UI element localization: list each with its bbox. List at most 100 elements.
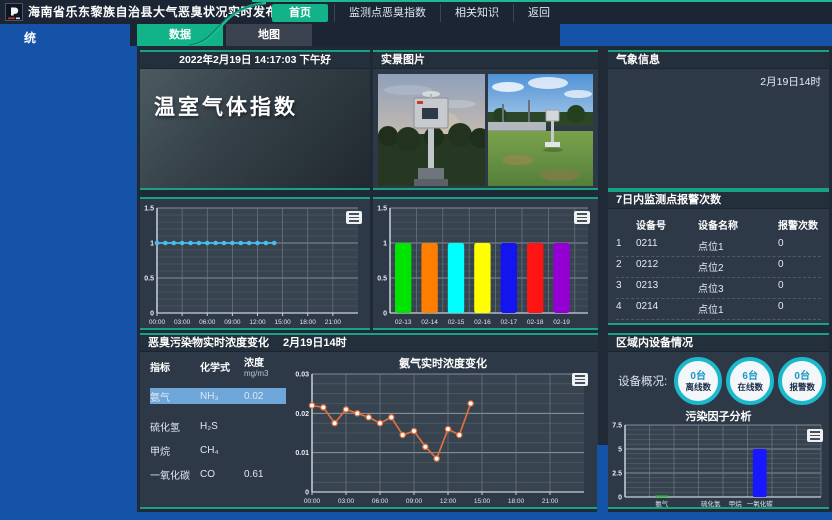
pollution-factor-analysis-svg: 02.557.5氨气硫化氢甲烷一氧化碳 [608, 422, 825, 508]
odor-concentration-panel: 恶臭污染物实时浓度变化 2月19日14时 指标 化学式 浓度 mg/m3 氨气N… [140, 333, 598, 509]
chart-menu-icon[interactable] [574, 211, 590, 224]
pollutant-value: 0.02 [244, 391, 282, 402]
svg-text:硫化氢: 硫化氢 [701, 499, 721, 508]
pollutant-col-indicator: 指标 [150, 359, 200, 374]
alarm-table-row: 20212点位20 [616, 257, 821, 278]
pollutant-formula: CO [200, 469, 244, 480]
device-stat-circle-alarm: 0台报警数 [778, 357, 826, 405]
dashboard-page: 统 海南省乐东黎族自治县大气恶臭状况实时发布系 首页监测点恶臭指数相关知识返回 … [0, 0, 832, 520]
pollutant-row[interactable]: 氨气NH₃0.02 [150, 388, 286, 404]
nav-item-home[interactable]: 首页 [272, 4, 328, 22]
photos-panel-title: 实景图片 [381, 52, 425, 68]
weather-panel-header: 气象信息 [608, 52, 829, 69]
alarm-table-row: 30213点位30 [616, 278, 821, 299]
svg-text:甲烷: 甲烷 [729, 499, 743, 508]
alarm-col-device-no: 设备号 [636, 217, 698, 232]
svg-text:0: 0 [305, 490, 309, 497]
alarm-row-index: 3 [616, 280, 636, 295]
main-nav: 首页监测点恶臭指数相关知识返回 [272, 3, 564, 22]
greenhouse-index-title: 温室气体指数 [140, 69, 370, 121]
greenhouse-index-panel: 2022年2月19日 14:17:03 下午好 温室气体指数 [140, 50, 370, 190]
tab-map[interactable]: 地图 [226, 24, 312, 46]
alarm-row-index: 5 [616, 322, 636, 325]
alarm-row-device-no: 0213 [636, 280, 698, 295]
pollutant-row[interactable]: 一氧化碳CO0.61 [150, 466, 286, 482]
pollutant-rows: 氨气NH₃0.02 硫化氢H₂S 甲烷CH₄ 一氧化碳CO0.61 [150, 388, 286, 482]
svg-text:12:00: 12:00 [249, 319, 266, 326]
svg-text:02-17: 02-17 [500, 319, 517, 326]
svg-text:0.02: 0.02 [295, 411, 309, 418]
odor-panel-datetime: 2月19日14时 [283, 335, 347, 351]
alarm-table-row: 40214点位10 [616, 299, 821, 320]
daily-index-chart: 00.511.502-1302-1402-1502-1602-1702-1802… [373, 199, 598, 330]
nav-item-odor-index[interactable]: 监测点恶臭指数 [334, 4, 440, 22]
svg-text:0.5: 0.5 [144, 276, 154, 283]
site-photos-panel: 实景图片 [373, 50, 598, 190]
svg-text:09:00: 09:00 [224, 319, 241, 326]
odor-body: 指标 化学式 浓度 mg/m3 氨气NH₃0.02硫化氢H₂S甲烷CH₄一氧化碳… [140, 352, 598, 509]
chart-menu-icon[interactable] [346, 211, 362, 224]
content-area: 2022年2月19日 14:17:03 下午好 温室气体指数 实景图片 [137, 46, 832, 512]
svg-text:1: 1 [150, 241, 154, 248]
ammonia-chart-area: 氨气实时浓度变化 00.010.020.0300:0003:0006:0009:… [288, 352, 598, 509]
pollutant-row[interactable]: 硫化氢H₂S [150, 418, 286, 434]
alarm-col-count: 报警次数 [778, 217, 821, 232]
tab-data[interactable]: 数据 [137, 24, 223, 46]
pollutant-name: 硫化氢 [150, 419, 200, 434]
svg-text:02-16: 02-16 [474, 319, 491, 326]
svg-text:1: 1 [383, 241, 387, 248]
alarm-row-count: 0 [778, 238, 821, 253]
pollutant-formula: NH₃ [200, 391, 244, 402]
svg-text:06:00: 06:00 [199, 319, 216, 326]
device-stat-count: 6台 [742, 371, 758, 382]
pollutant-value: 0.61 [244, 469, 282, 480]
svg-text:00:00: 00:00 [149, 319, 166, 326]
alarm-row-count: 0 [778, 280, 821, 295]
photos-panel-header: 实景图片 [373, 52, 598, 69]
alarm-row-device-no: 0211 [636, 238, 698, 253]
svg-text:一氧化碳: 一氧化碳 [747, 499, 774, 508]
svg-text:21:00: 21:00 [542, 498, 559, 505]
alarm-table-row: 50215点位20 [616, 320, 821, 325]
device-stat-label: 在线数 [737, 382, 763, 392]
site-photo-field [488, 74, 593, 186]
alarm-row-device-name: 点位1 [698, 238, 778, 253]
chart-menu-icon[interactable] [572, 373, 588, 386]
svg-text:1.5: 1.5 [377, 206, 387, 213]
devices-panel: 区域内设备情况 设备概况: 0台离线数6台在线数0台报警数 污染因子分析 02.… [608, 333, 829, 509]
nav-item-back[interactable]: 返回 [513, 4, 564, 22]
svg-text:09:00: 09:00 [406, 498, 423, 505]
greenhouse-index-trend-svg: 00.511.500:0003:0006:0009:0012:0015:0018… [140, 199, 366, 327]
device-stat-label: 报警数 [789, 382, 815, 392]
weather-body: 2月19日14时 [608, 69, 829, 188]
ammonia-chart-title: 氨气实时浓度变化 [288, 355, 598, 370]
ammonia-realtime-trend-svg: 00.010.020.0300:0003:0006:0009:0012:0015… [288, 370, 594, 506]
greenhouse-banner: 温室气体指数 [140, 69, 370, 188]
pollution-factor-chart: 02.557.5氨气硫化氢甲烷一氧化碳 [608, 422, 829, 509]
svg-text:0: 0 [618, 495, 622, 502]
svg-text:0: 0 [383, 311, 387, 318]
system-title-wrapped-char: 统 [24, 29, 36, 46]
alarm-row-index: 1 [616, 238, 636, 253]
pollutant-formula: H₂S [200, 421, 244, 432]
chart-menu-icon[interactable] [807, 429, 823, 442]
odor-panel-header: 恶臭污染物实时浓度变化 2月19日14时 [140, 335, 598, 352]
alarm-table-row: 10211点位10 [616, 236, 821, 257]
pollutant-table: 指标 化学式 浓度 mg/m3 氨气NH₃0.02硫化氢H₂S甲烷CH₄一氧化碳… [140, 352, 288, 509]
device-stat-circle-online: 6台在线数 [726, 357, 774, 405]
pollutant-row[interactable]: 甲烷CH₄ [150, 442, 286, 458]
alarm-row-device-name: 点位2 [698, 322, 778, 325]
weather-panel-title: 气象信息 [616, 52, 660, 68]
weather-panel: 气象信息 2月19日14时 [608, 50, 829, 190]
svg-text:02-19: 02-19 [553, 319, 570, 326]
alarm-row-device-no: 0215 [636, 322, 698, 325]
weather-datetime: 2月19日14时 [760, 74, 821, 89]
nav-item-knowledge[interactable]: 相关知识 [440, 4, 513, 22]
svg-text:18:00: 18:00 [508, 498, 525, 505]
devices-panel-header: 区域内设备情况 [608, 335, 829, 352]
datetime-bar: 2022年2月19日 14:17:03 下午好 [140, 52, 370, 69]
device-stat-count: 0台 [690, 371, 706, 382]
svg-text:00:00: 00:00 [304, 498, 321, 505]
svg-text:0.01: 0.01 [295, 450, 309, 457]
svg-text:氨气: 氨气 [655, 499, 669, 508]
